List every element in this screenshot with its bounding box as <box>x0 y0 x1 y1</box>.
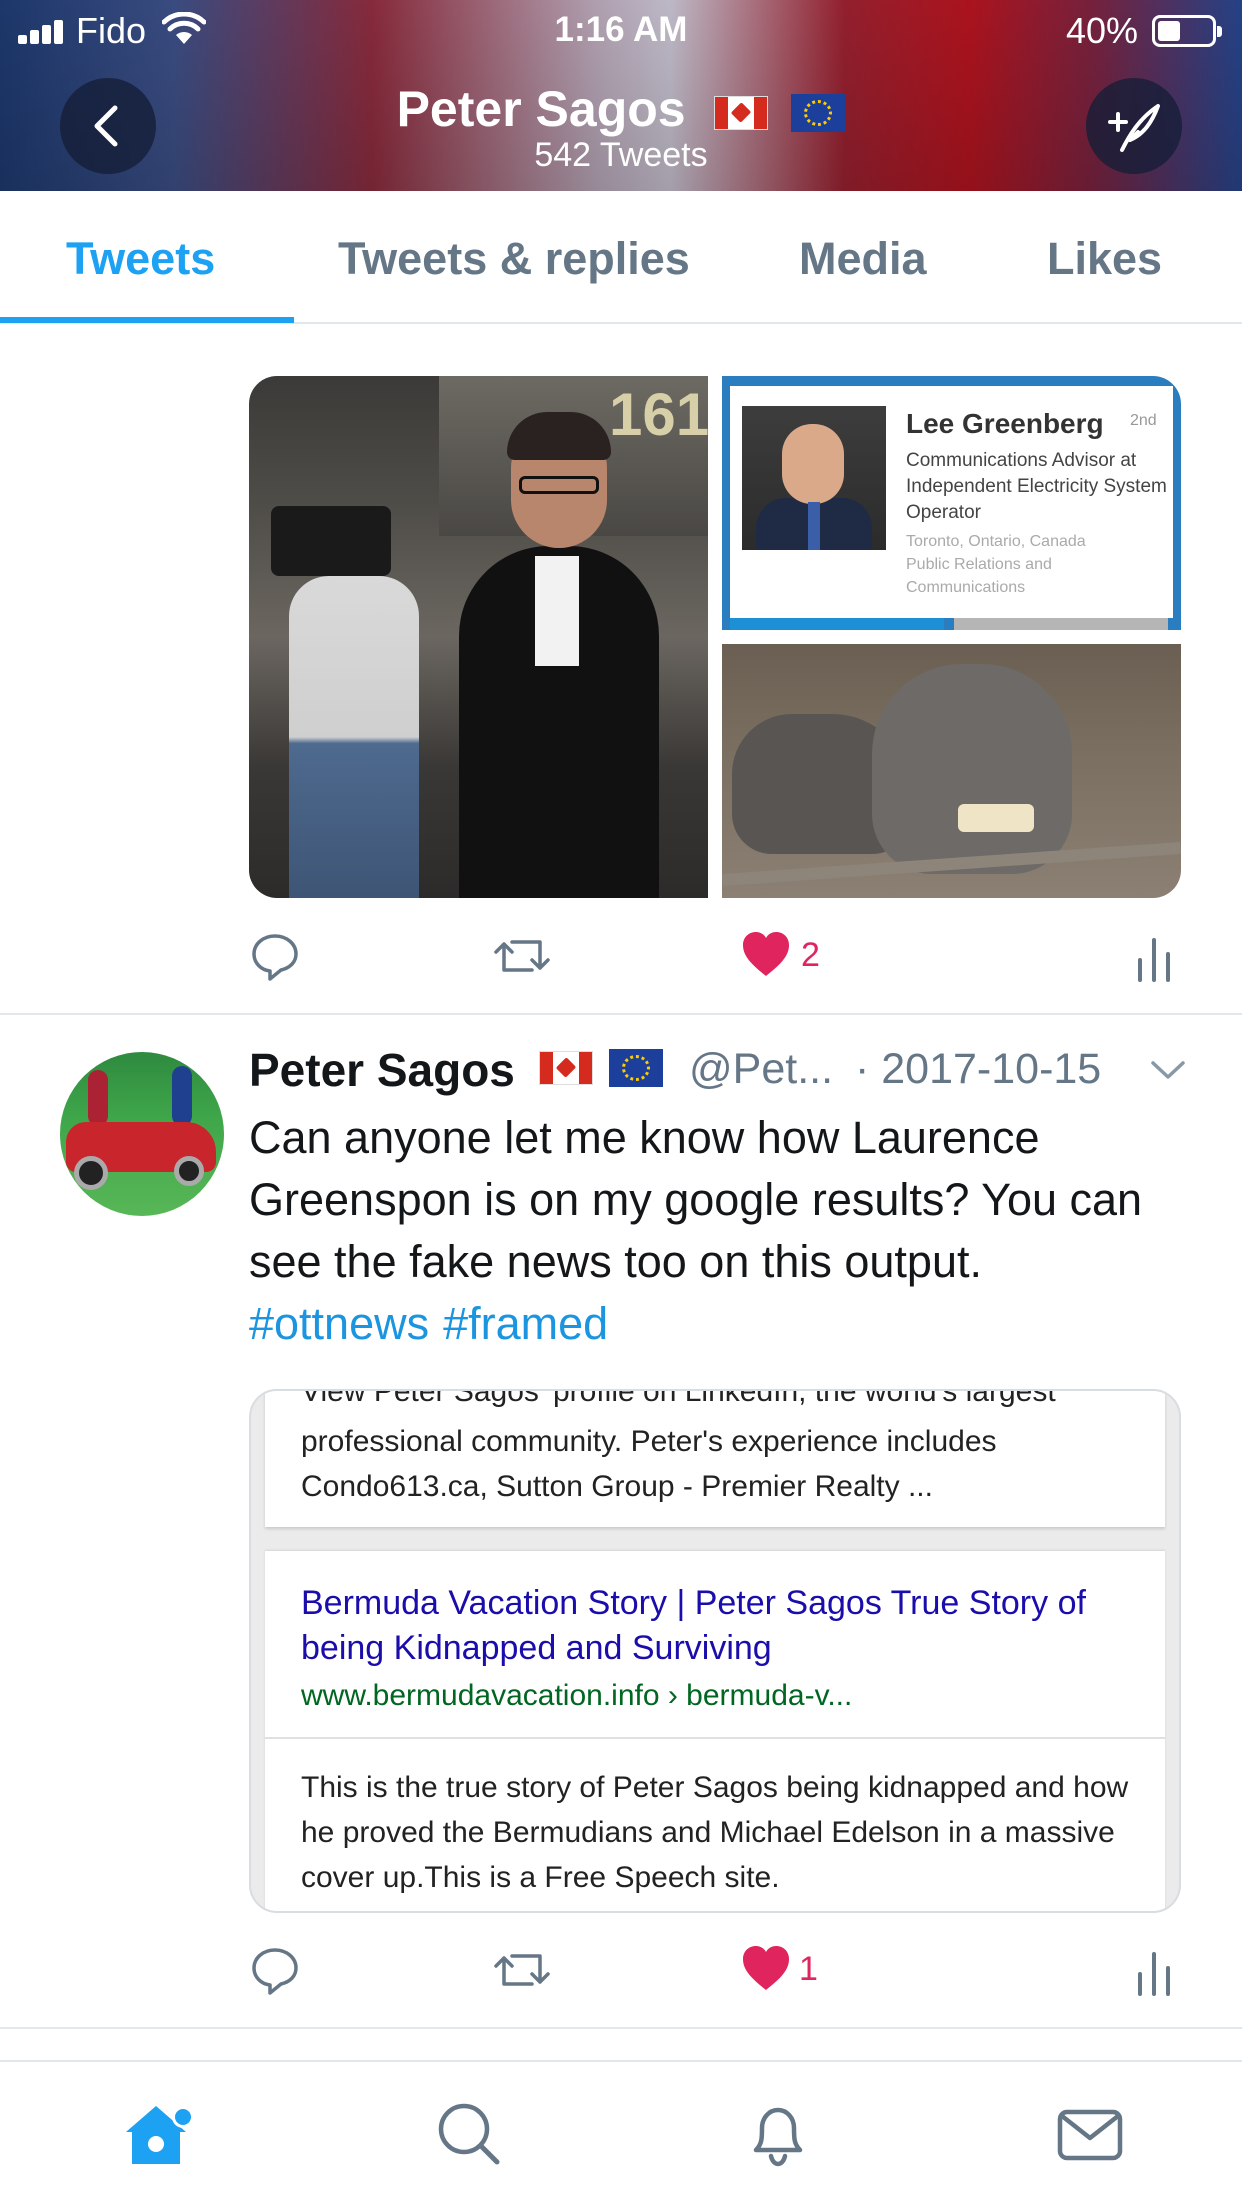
reply-icon[interactable] <box>249 1944 301 1996</box>
reply-icon[interactable] <box>249 930 301 982</box>
like-heart-icon[interactable] <box>741 930 791 978</box>
clock: 1:16 AM <box>554 10 688 49</box>
media-photo-donkey[interactable] <box>722 644 1181 898</box>
like-count: 1 <box>799 1950 818 1988</box>
like-heart-icon[interactable] <box>741 1944 791 1992</box>
tweet-image-google-results[interactable]: View Peter Sagos' profile on LinkedIn, t… <box>249 1389 1181 1913</box>
canada-flag-icon <box>713 95 768 130</box>
hashtag-link[interactable]: #ottnews <box>249 1298 429 1349</box>
tab-media[interactable]: Media <box>799 233 927 285</box>
analytics-icon[interactable] <box>1134 1944 1174 1996</box>
linkedin-meta: Toronto, Ontario, Canada Public Relation… <box>906 530 1168 599</box>
canada-flag-icon <box>539 1051 593 1085</box>
tweet-divider <box>0 2027 1242 2029</box>
tweet-count: 542 Tweets <box>534 136 708 174</box>
messages-icon[interactable] <box>1054 2098 1126 2170</box>
linkedin-location: Toronto, Ontario, Canada <box>906 533 1086 550</box>
media-linkedin-screenshot[interactable]: Lee Greenberg 2nd Communications Advisor… <box>722 376 1181 630</box>
search-result-title: Bermuda Vacation Story | Peter Sagos Tru… <box>301 1584 1086 1667</box>
tweet-date: · 2017-10-15 <box>855 1045 1102 1093</box>
search-result-description: This is the true story of Peter Sagos be… <box>301 1771 1129 1894</box>
compose-feather-icon <box>1108 104 1160 152</box>
tweet-header: Peter Sagos @Pet... · 2017-10-15 <box>249 1043 1189 1103</box>
author-flags <box>539 1049 664 1087</box>
search-result-snippet: professional community. Peter's experien… <box>301 1425 997 1503</box>
tweet-author-handle: @Pet... <box>689 1045 834 1093</box>
notifications-icon[interactable] <box>742 2098 814 2170</box>
search-result-block: Bermuda Vacation Story | Peter Sagos Tru… <box>265 1551 1165 1911</box>
search-icon[interactable] <box>433 2098 505 2170</box>
eu-flag-icon <box>791 93 846 132</box>
tweet-author-name[interactable]: Peter Sagos <box>249 1043 515 1097</box>
status-bar: Fido 1:16 AM 40% <box>0 0 1242 62</box>
linkedin-degree: 2nd <box>1130 412 1157 429</box>
like-count: 2 <box>801 936 820 974</box>
profile-title: Peter Sagos <box>0 80 1242 138</box>
tab-tweets[interactable]: Tweets <box>66 233 215 285</box>
linkedin-industry: Public Relations and Communications <box>906 556 1052 596</box>
tweet-hashtags: #ottnews #framed <box>249 1293 622 1355</box>
search-result-snippet-block: View Peter Sagos' profile on LinkedIn, t… <box>265 1391 1165 1527</box>
compose-tweet-button[interactable] <box>1086 78 1182 174</box>
profile-name: Peter Sagos <box>396 81 686 137</box>
avatar[interactable] <box>60 1052 224 1216</box>
tweet2-actions: 1 <box>249 1944 1179 2004</box>
retweet-icon[interactable] <box>492 1944 552 1996</box>
tweet-text: Can anyone let me know how Laurence Gree… <box>249 1112 1143 1287</box>
analytics-icon[interactable] <box>1134 930 1174 982</box>
battery-icon <box>1152 15 1222 47</box>
search-result-url: www.bermudavacation.info › bermuda-v... <box>301 1679 853 1712</box>
clipped-snippet-line: View Peter Sagos' profile on LinkedIn, t… <box>301 1389 1056 1408</box>
building-number: 161 <box>609 381 710 448</box>
linkedin-card: Lee Greenberg 2nd Communications Advisor… <box>730 386 1173 618</box>
linkedin-profile-photo <box>742 406 886 550</box>
retweet-icon[interactable] <box>492 930 552 982</box>
eu-flag-icon <box>609 1049 664 1087</box>
linkedin-title: Communications Advisor at Independent El… <box>906 450 1167 523</box>
profile-header: Fido 1:16 AM 40% Peter Sagos 542 Tweets <box>0 0 1242 191</box>
tweet-divider <box>0 1013 1242 1015</box>
chevron-down-icon[interactable] <box>1149 1059 1187 1083</box>
new-content-dot <box>172 2106 194 2128</box>
tab-likes[interactable]: Likes <box>1047 233 1162 285</box>
hashtag-link[interactable]: #framed <box>443 1298 608 1349</box>
tab-tweets-and-replies[interactable]: Tweets & replies <box>338 233 690 285</box>
media-photo-lawyer[interactable]: 161 <box>249 376 710 898</box>
linkedin-name: Lee Greenberg <box>906 408 1104 439</box>
tweet1-actions: 2 <box>249 930 1179 990</box>
bottom-tab-bar <box>0 2060 1242 2208</box>
active-tab-indicator <box>0 317 294 323</box>
profile-tabs: Tweets Tweets & replies Media Likes <box>0 191 1242 324</box>
tweet-media-grid: 161 Lee Greenberg 2nd Communications Adv… <box>249 376 1181 898</box>
battery-percent: 40% <box>1066 10 1139 51</box>
